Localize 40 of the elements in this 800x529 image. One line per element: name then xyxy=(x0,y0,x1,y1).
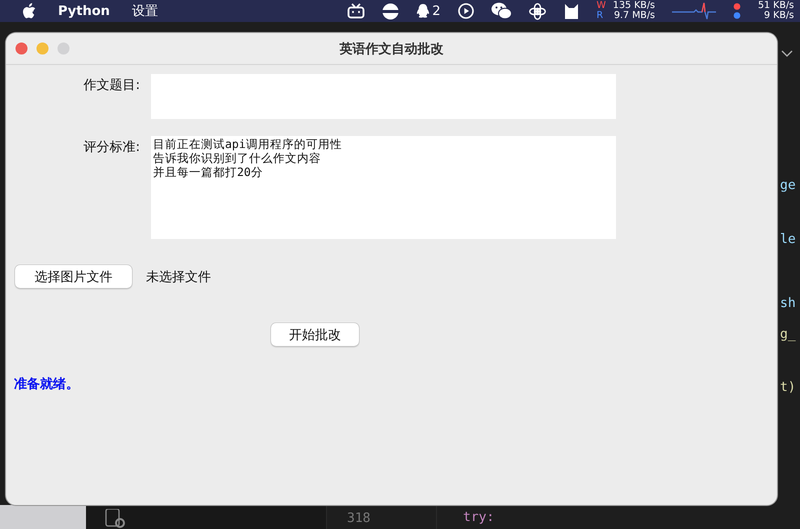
chat-bubbles-icon[interactable] xyxy=(490,2,512,20)
chevron-icon[interactable] xyxy=(781,50,793,58)
choose-file-button[interactable]: 选择图片文件 xyxy=(15,265,132,288)
network-rate: 9 KB/s xyxy=(763,11,794,21)
start-button[interactable]: 开始批改 xyxy=(271,323,359,346)
text-line: 并且每一篇都打20分 xyxy=(153,165,263,179)
file-status: 未选择文件 xyxy=(146,268,211,286)
code-fragment: le xyxy=(780,232,796,247)
window-title: 英语作文自动批改 xyxy=(340,42,444,56)
field-label: 作文题目: xyxy=(82,77,140,94)
app-menu[interactable]: Python xyxy=(58,4,110,18)
apple-icon[interactable] xyxy=(22,3,36,19)
gear-icon xyxy=(105,509,127,529)
knot-icon[interactable] xyxy=(528,2,546,20)
striped-circle-icon[interactable] xyxy=(382,2,400,20)
play-circle-icon[interactable] xyxy=(458,3,474,19)
disk-rate: 135 KB/s xyxy=(612,1,655,11)
text-line: 目前正在测试api调用程序的可用性 xyxy=(153,137,342,151)
code-line: try: xyxy=(463,510,494,525)
write-label: W xyxy=(596,1,606,11)
penguin-icon[interactable] xyxy=(416,2,430,20)
code-fragment: sh xyxy=(780,296,796,311)
code-fragment: g_ xyxy=(780,327,796,342)
field-label: 评分标准: xyxy=(82,139,140,156)
status-text: 准备就绪。 xyxy=(14,376,79,393)
network-rate: 51 KB/s xyxy=(758,1,794,11)
cat-icon[interactable] xyxy=(562,2,580,20)
status-dots-icon xyxy=(732,2,741,20)
close-button[interactable] xyxy=(15,42,28,55)
qq-count: 2 xyxy=(432,4,441,18)
menu-item[interactable]: 设置 xyxy=(132,4,158,19)
code-fragment: ge xyxy=(780,178,796,193)
criteria-field[interactable]: 目前正在测试api调用程序的可用性 告诉我你识别到了什么作文内容 并且每一篇都打20分 xyxy=(151,136,616,239)
line-number: 318 xyxy=(347,511,370,526)
code-fragment: t) xyxy=(780,380,796,395)
network-graph-icon xyxy=(672,2,716,20)
text-line: 告诉我你识别到了什么作文内容 xyxy=(153,151,321,165)
disk-rate: 9.7 MB/s xyxy=(612,11,655,21)
tv-icon[interactable] xyxy=(347,3,366,19)
read-label: R xyxy=(596,11,604,21)
